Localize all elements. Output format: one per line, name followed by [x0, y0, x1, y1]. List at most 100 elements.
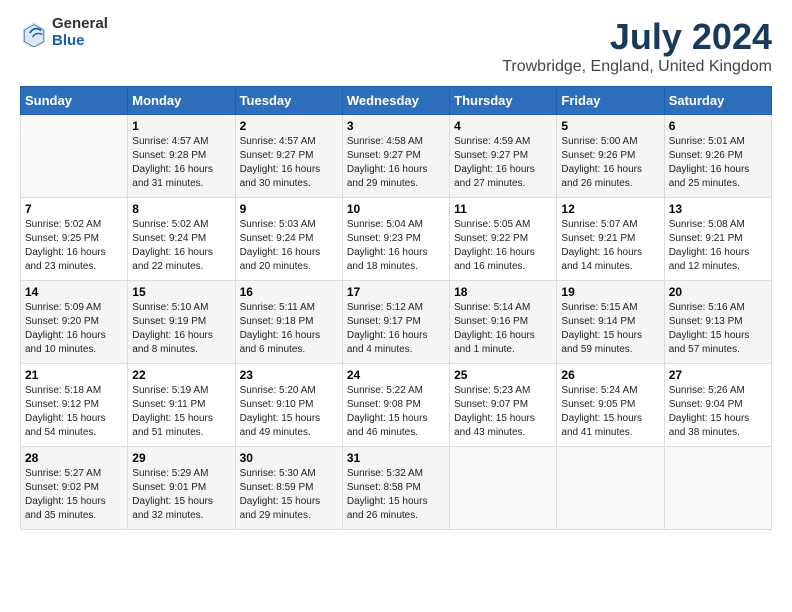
calendar-cell: 15 Sunrise: 5:10 AM Sunset: 9:19 PM Dayli… [128, 281, 235, 364]
calendar-cell: 26 Sunrise: 5:24 AM Sunset: 9:05 PM Dayli… [557, 364, 664, 447]
header-wednesday: Wednesday [342, 87, 449, 115]
day-info: Sunrise: 5:23 AM Sunset: 9:07 PM Dayligh… [454, 384, 552, 440]
month-title: July 2024 [502, 16, 772, 58]
header-sunday: Sunday [21, 87, 128, 115]
calendar-week-row: 1Sunrise: 4:57 AM Sunset: 9:28 PM Daylig… [21, 115, 772, 198]
day-number: 20 [669, 285, 767, 299]
day-info: Sunrise: 4:59 AM Sunset: 9:27 PM Dayligh… [454, 135, 552, 191]
day-number: 31 [347, 451, 445, 465]
weekday-header-row: Sunday Monday Tuesday Wednesday Thursday… [21, 87, 772, 115]
logo-blue-text: Blue [52, 33, 108, 50]
day-number: 19 [561, 285, 659, 299]
day-number: 14 [25, 285, 123, 299]
day-info: Sunrise: 5:00 AM Sunset: 9:26 PM Dayligh… [561, 135, 659, 191]
day-number: 21 [25, 368, 123, 382]
day-number: 2 [240, 119, 338, 133]
day-number: 27 [669, 368, 767, 382]
day-info: Sunrise: 5:02 AM Sunset: 9:24 PM Dayligh… [132, 218, 230, 274]
header-saturday: Saturday [664, 87, 771, 115]
header-friday: Friday [557, 87, 664, 115]
calendar-cell: 5 Sunrise: 5:00 AM Sunset: 9:26 PM Daylig… [557, 115, 664, 198]
calendar-cell: 28 Sunrise: 5:27 AM Sunset: 9:02 PM Dayli… [21, 447, 128, 530]
calendar-cell: 25Sunrise: 5:23 AM Sunset: 9:07 PM Dayli… [450, 364, 557, 447]
day-number: 10 [347, 202, 445, 216]
day-info: Sunrise: 5:12 AM Sunset: 9:17 PM Dayligh… [347, 301, 445, 357]
day-number: 29 [132, 451, 230, 465]
day-info: Sunrise: 5:16 AM Sunset: 9:13 PM Dayligh… [669, 301, 767, 357]
day-info: Sunrise: 5:24 AM Sunset: 9:05 PM Dayligh… [561, 384, 659, 440]
logo: General Blue [20, 16, 108, 49]
day-info: Sunrise: 5:30 AM Sunset: 8:59 PM Dayligh… [240, 467, 338, 523]
header-monday: Monday [128, 87, 235, 115]
day-info: Sunrise: 4:57 AM Sunset: 9:28 PM Dayligh… [132, 135, 230, 191]
day-info: Sunrise: 4:58 AM Sunset: 9:27 PM Dayligh… [347, 135, 445, 191]
header-thursday: Thursday [450, 87, 557, 115]
calendar-cell: 24 Sunrise: 5:22 AM Sunset: 9:08 PM Dayli… [342, 364, 449, 447]
calendar-cell: 27 Sunrise: 5:26 AM Sunset: 9:04 PM Dayli… [664, 364, 771, 447]
title-area: July 2024 Trowbridge, England, United Ki… [502, 16, 772, 76]
day-number: 26 [561, 368, 659, 382]
day-info: Sunrise: 5:27 AM Sunset: 9:02 PM Dayligh… [25, 467, 123, 523]
day-info: Sunrise: 5:26 AM Sunset: 9:04 PM Dayligh… [669, 384, 767, 440]
calendar-cell: 3 Sunrise: 4:58 AM Sunset: 9:27 PM Daylig… [342, 115, 449, 198]
calendar-cell: 4Sunrise: 4:59 AM Sunset: 9:27 PM Daylig… [450, 115, 557, 198]
logo-icon [20, 19, 48, 47]
day-info: Sunrise: 5:22 AM Sunset: 9:08 PM Dayligh… [347, 384, 445, 440]
day-info: Sunrise: 5:32 AM Sunset: 8:58 PM Dayligh… [347, 467, 445, 523]
day-info: Sunrise: 5:29 AM Sunset: 9:01 PM Dayligh… [132, 467, 230, 523]
calendar-cell [450, 447, 557, 530]
day-number: 8 [132, 202, 230, 216]
day-number: 9 [240, 202, 338, 216]
calendar-cell: 21 Sunrise: 5:18 AM Sunset: 9:12 PM Dayli… [21, 364, 128, 447]
day-number: 6 [669, 119, 767, 133]
day-number: 17 [347, 285, 445, 299]
day-number: 5 [561, 119, 659, 133]
calendar-cell: 9 Sunrise: 5:03 AM Sunset: 9:24 PM Daylig… [235, 198, 342, 281]
day-info: Sunrise: 5:04 AM Sunset: 9:23 PM Dayligh… [347, 218, 445, 274]
calendar-cell: 31 Sunrise: 5:32 AM Sunset: 8:58 PM Dayli… [342, 447, 449, 530]
day-number: 13 [669, 202, 767, 216]
calendar-cell: 16Sunrise: 5:11 AM Sunset: 9:18 PM Dayli… [235, 281, 342, 364]
calendar-week-row: 21 Sunrise: 5:18 AM Sunset: 9:12 PM Dayli… [21, 364, 772, 447]
day-info: Sunrise: 5:10 AM Sunset: 9:19 PM Dayligh… [132, 301, 230, 357]
day-number: 28 [25, 451, 123, 465]
day-info: Sunrise: 5:05 AM Sunset: 9:22 PM Dayligh… [454, 218, 552, 274]
day-number: 15 [132, 285, 230, 299]
day-number: 11 [454, 202, 552, 216]
calendar-cell: 10 Sunrise: 5:04 AM Sunset: 9:23 PM Dayli… [342, 198, 449, 281]
calendar-cell: 18Sunrise: 5:14 AM Sunset: 9:16 PM Dayli… [450, 281, 557, 364]
day-info: Sunrise: 5:19 AM Sunset: 9:11 PM Dayligh… [132, 384, 230, 440]
day-info: Sunrise: 5:03 AM Sunset: 9:24 PM Dayligh… [240, 218, 338, 274]
calendar-cell: 14 Sunrise: 5:09 AM Sunset: 9:20 PM Dayli… [21, 281, 128, 364]
page-header: General Blue July 2024 Trowbridge, Engla… [20, 16, 772, 76]
day-info: Sunrise: 5:09 AM Sunset: 9:20 PM Dayligh… [25, 301, 123, 357]
calendar-cell [557, 447, 664, 530]
day-info: Sunrise: 5:07 AM Sunset: 9:21 PM Dayligh… [561, 218, 659, 274]
calendar-cell: 2 Sunrise: 4:57 AM Sunset: 9:27 PM Daylig… [235, 115, 342, 198]
calendar-week-row: 7Sunrise: 5:02 AM Sunset: 9:25 PM Daylig… [21, 198, 772, 281]
day-info: Sunrise: 5:18 AM Sunset: 9:12 PM Dayligh… [25, 384, 123, 440]
calendar-body: 1Sunrise: 4:57 AM Sunset: 9:28 PM Daylig… [21, 115, 772, 530]
header-tuesday: Tuesday [235, 87, 342, 115]
day-number: 24 [347, 368, 445, 382]
calendar-cell: 30Sunrise: 5:30 AM Sunset: 8:59 PM Dayli… [235, 447, 342, 530]
calendar-week-row: 14 Sunrise: 5:09 AM Sunset: 9:20 PM Dayli… [21, 281, 772, 364]
calendar-cell: 8 Sunrise: 5:02 AM Sunset: 9:24 PM Daylig… [128, 198, 235, 281]
day-info: Sunrise: 4:57 AM Sunset: 9:27 PM Dayligh… [240, 135, 338, 191]
calendar-cell: 7Sunrise: 5:02 AM Sunset: 9:25 PM Daylig… [21, 198, 128, 281]
day-number: 18 [454, 285, 552, 299]
day-number: 12 [561, 202, 659, 216]
calendar-cell: 29 Sunrise: 5:29 AM Sunset: 9:01 PM Dayli… [128, 447, 235, 530]
day-number: 22 [132, 368, 230, 382]
calendar-header: Sunday Monday Tuesday Wednesday Thursday… [21, 87, 772, 115]
calendar-cell: 23Sunrise: 5:20 AM Sunset: 9:10 PM Dayli… [235, 364, 342, 447]
calendar-table: Sunday Monday Tuesday Wednesday Thursday… [20, 86, 772, 530]
day-info: Sunrise: 5:15 AM Sunset: 9:14 PM Dayligh… [561, 301, 659, 357]
logo-general-text: General [52, 16, 108, 33]
calendar-cell: 12 Sunrise: 5:07 AM Sunset: 9:21 PM Dayli… [557, 198, 664, 281]
calendar-cell [21, 115, 128, 198]
day-info: Sunrise: 5:20 AM Sunset: 9:10 PM Dayligh… [240, 384, 338, 440]
calendar-cell: 11 Sunrise: 5:05 AM Sunset: 9:22 PM Dayli… [450, 198, 557, 281]
logo-text: General Blue [52, 16, 108, 49]
day-number: 3 [347, 119, 445, 133]
